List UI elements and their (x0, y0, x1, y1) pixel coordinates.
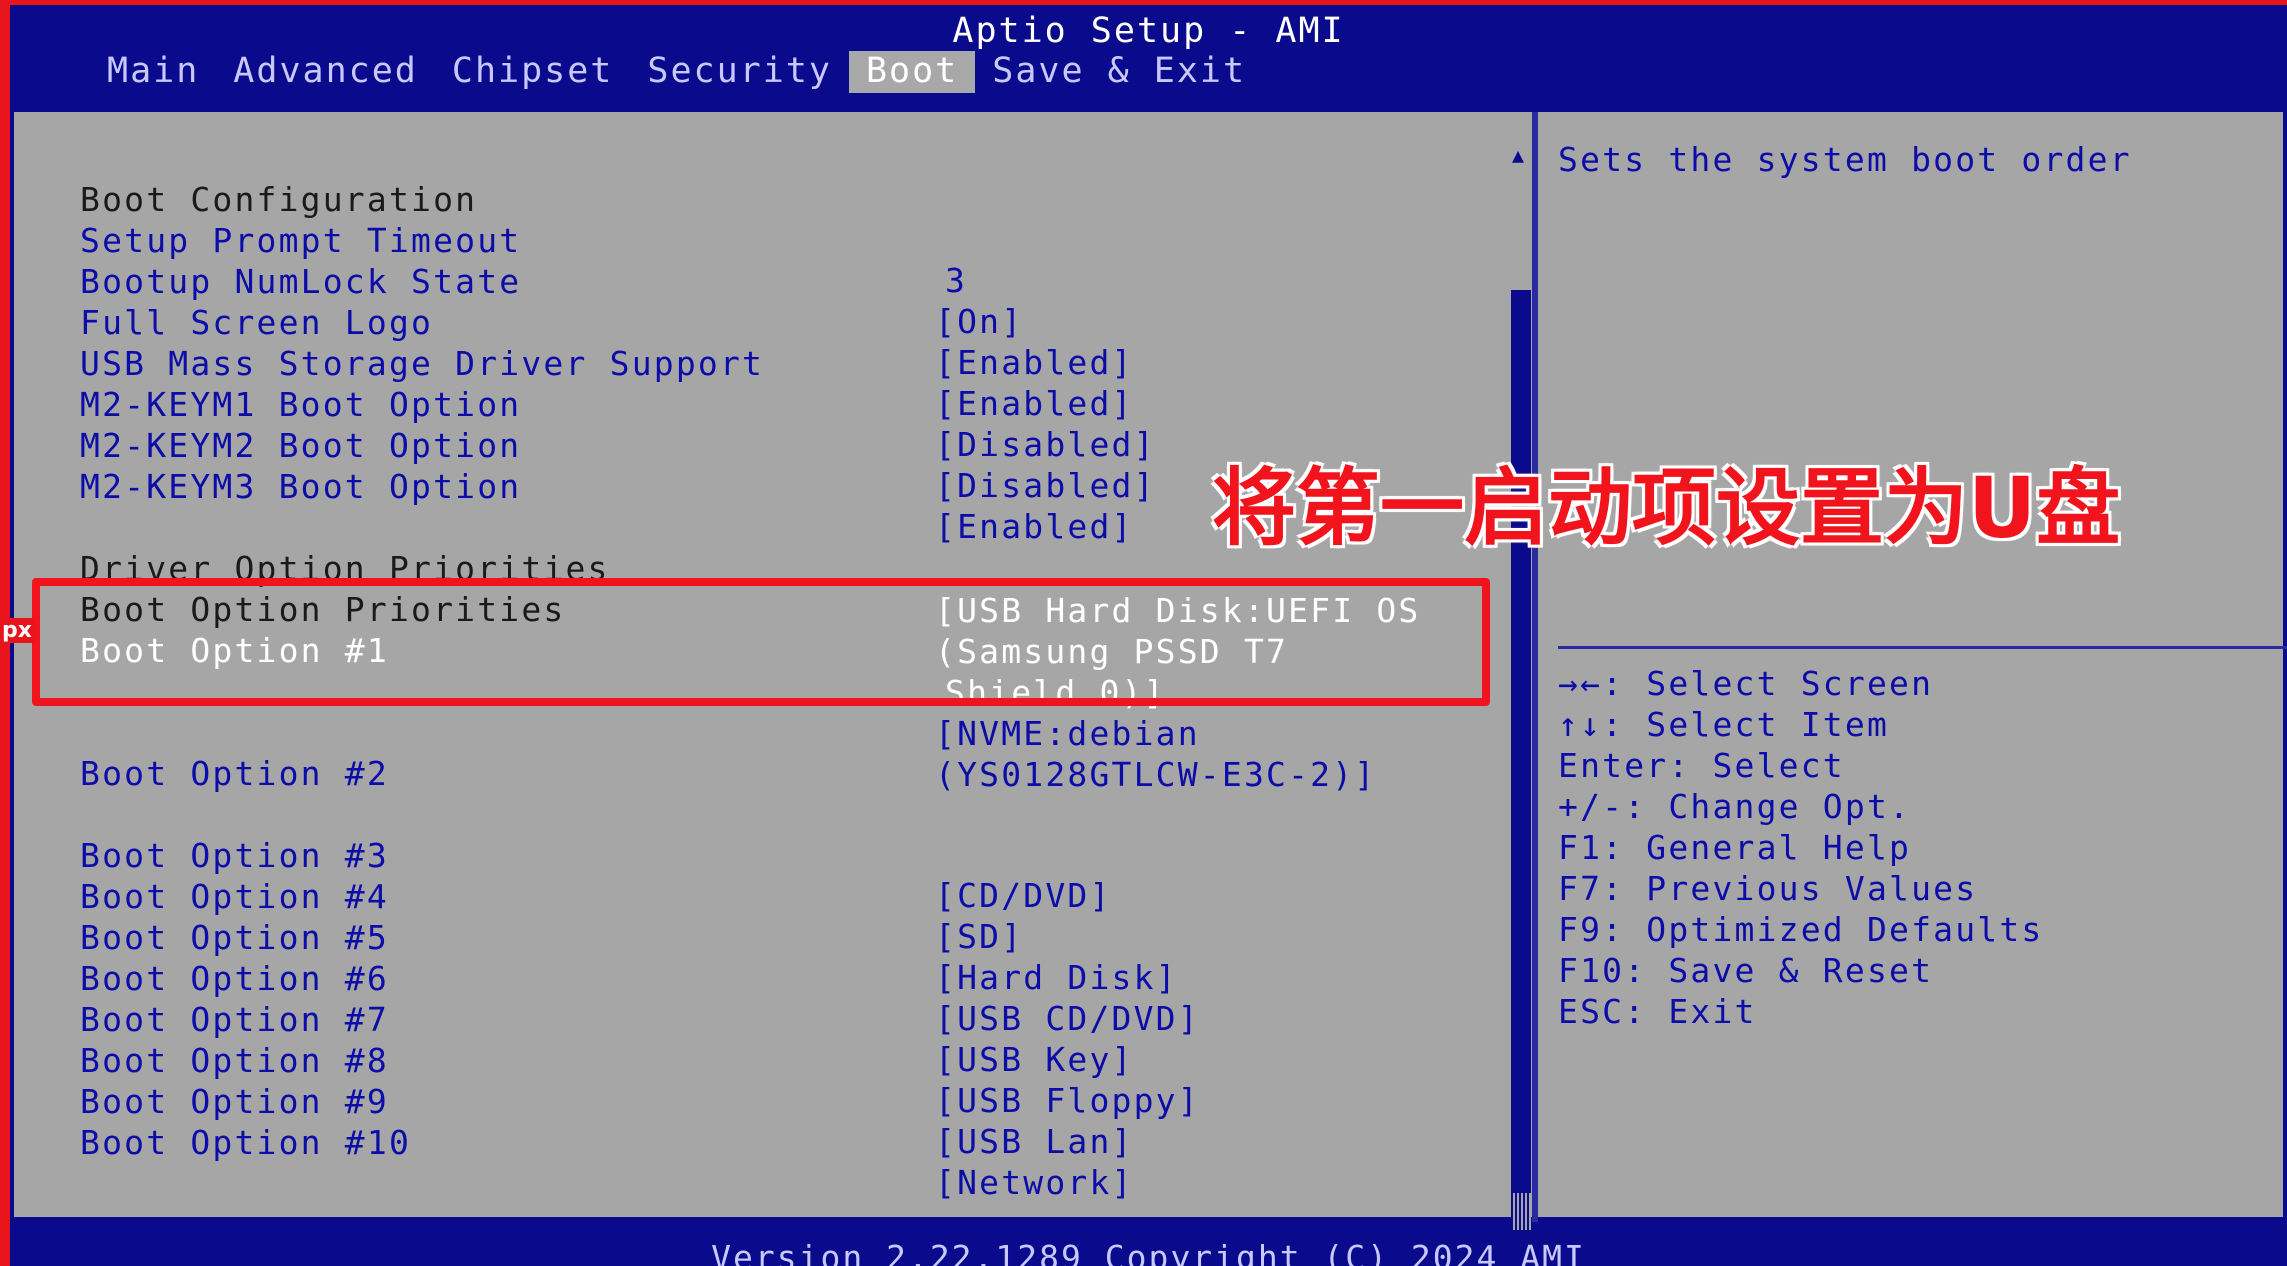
boot-option-value[interactable]: [Hard Disk] (935, 958, 1178, 998)
annotation-highlight-box (32, 578, 1490, 706)
tab-boot[interactable]: Boot (848, 51, 976, 93)
tab-bar: Main Advanced Chipset Security Boot Save… (90, 51, 1263, 95)
boot-option-value[interactable]: [USB Floppy] (935, 1081, 1200, 1121)
setting-full-screen-logo[interactable]: Full Screen Logo [Enabled] (80, 263, 1131, 382)
setting-value[interactable]: [Enabled] (935, 507, 1134, 547)
boot-option-2[interactable]: Boot Option #2 [NVME:debian (YS0128GTLCW… (80, 714, 1374, 796)
boot-option-4[interactable]: Boot Option #4 [SD] (80, 837, 1021, 956)
boot-option-value-line[interactable]: [NVME:debian (935, 714, 1200, 754)
bios-footer: Version 2.22.1289 Copyright (C) 2024 AMI (10, 1230, 2287, 1266)
scroll-up-arrow-icon[interactable]: ▲ (1507, 144, 1529, 166)
setting-value[interactable]: [Enabled] (935, 384, 1134, 424)
pane-divider (1532, 112, 1538, 1222)
boot-option-value[interactable]: [USB CD/DVD] (935, 999, 1200, 1039)
app-title: Aptio Setup - AMI (952, 11, 1345, 51)
help-key-change-opt: +/-: Change Opt. (1558, 787, 1912, 826)
boot-option-value[interactable]: [USB Key] (935, 1040, 1134, 1080)
section-driver-option-priorities[interactable]: Driver Option Priorities (80, 509, 607, 588)
tab-advanced[interactable]: Advanced (216, 51, 435, 93)
help-key-f10: F10: Save & Reset (1558, 951, 1934, 990)
tab-chipset[interactable]: Chipset (435, 51, 631, 93)
boot-option-value[interactable]: [USB Lan] (935, 1122, 1134, 1162)
setting-m2-keym1-boot-option[interactable]: M2-KEYM1 Boot Option [Disabled] (80, 345, 1153, 464)
annotation-caption: 将第一启动项设置为U盘 (1212, 459, 2121, 557)
setting-value[interactable]: [On] (935, 302, 1023, 342)
scrollbar-thumb[interactable] (1511, 290, 1531, 1195)
help-key-f7: F7: Previous Values (1558, 869, 1978, 908)
setting-m2-keym3-boot-option[interactable]: M2-KEYM3 Boot Option [Enabled] (80, 427, 1131, 546)
boot-option-5[interactable]: Boot Option #5 [Hard Disk] (80, 878, 1176, 997)
boot-option-6[interactable]: Boot Option #6 [USB CD/DVD] (80, 919, 1198, 1038)
scroll-down-arrow-icon[interactable]: ▼ (1507, 1123, 1529, 1145)
setting-label: M2-KEYM3 Boot Option (80, 467, 522, 506)
section-boot-configuration: Boot Configuration (80, 140, 475, 219)
help-key-f1: F1: General Help (1558, 828, 1912, 867)
boot-option-label: Boot Option #10 (80, 1123, 412, 1162)
boot-option-10[interactable]: Boot Option #10 [Network] (80, 1083, 1131, 1202)
setting-value[interactable]: [Enabled] (935, 343, 1134, 383)
boot-option-8[interactable]: Boot Option #8 [USB Floppy] (80, 1001, 1198, 1120)
help-key-enter: Enter: Select (1558, 746, 1845, 785)
boot-option-label: Boot Option #2 (80, 754, 389, 793)
scrollbar-track[interactable] (1511, 1193, 1531, 1233)
help-key-select-item: ↑↓: Select Item (1558, 705, 1890, 744)
edge-marker-label: px (0, 618, 34, 643)
boot-option-value[interactable]: [Network] (935, 1163, 1134, 1203)
boot-option-value[interactable]: [SD] (935, 917, 1023, 957)
tab-security[interactable]: Security (630, 51, 849, 93)
tab-save-exit[interactable]: Save & Exit (975, 51, 1263, 93)
setting-usb-mass-storage-driver-support[interactable]: USB Mass Storage Driver Support [Enabled… (80, 304, 1131, 423)
setting-m2-keym2-boot-option[interactable]: M2-KEYM2 Boot Option [Disabled] (80, 386, 1153, 505)
setting-bootup-numlock-state[interactable]: Bootup NumLock State [On] (80, 222, 1021, 341)
help-description: Sets the system boot order (1558, 140, 2132, 179)
setting-value[interactable]: [Disabled] (935, 425, 1156, 465)
help-key-esc: ESC: Exit (1558, 992, 1757, 1031)
help-divider (1558, 646, 2287, 649)
help-pane: Sets the system boot order →←: Select Sc… (1544, 112, 2287, 1220)
help-key-select-screen: →←: Select Screen (1558, 664, 1934, 703)
tab-main[interactable]: Main (90, 51, 216, 93)
help-key-f9: F9: Optimized Defaults (1558, 910, 2044, 949)
boot-option-7[interactable]: Boot Option #7 [USB Key] (80, 960, 1131, 1079)
bios-header: Aptio Setup - AMI Main Advanced Chipset … (10, 5, 2287, 93)
boot-option-value[interactable]: [CD/DVD] (935, 876, 1112, 916)
boot-option-9[interactable]: Boot Option #9 [USB Lan] (80, 1042, 1131, 1161)
setting-value[interactable]: 3 (945, 261, 967, 301)
setting-setup-prompt-timeout[interactable]: Setup Prompt Timeout 3 (80, 181, 965, 300)
version-copyright: Version 2.22.1289 Copyright (C) 2024 AMI (711, 1238, 1586, 1266)
boot-option-value-line: (YS0128GTLCW-E3C-2)] (935, 755, 1377, 794)
setting-value[interactable]: [Disabled] (935, 466, 1156, 506)
boot-option-3[interactable]: Boot Option #3 [CD/DVD] (80, 796, 1109, 915)
